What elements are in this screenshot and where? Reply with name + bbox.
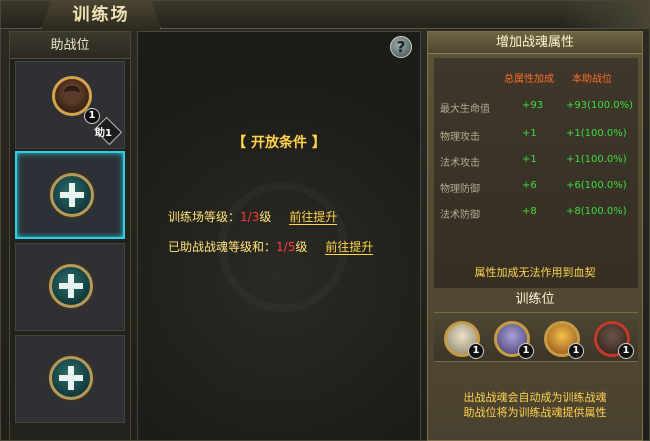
- footer-line-1: 出战战魂会自动成为训练战魂: [463, 391, 607, 404]
- game-window: 训练场 助战位 1 助1 ? 【 开放条件 】 训练场等级：1/3级 前往提升 …: [0, 0, 650, 441]
- attr-row: 法术防御 +8 +8(100.0%): [440, 206, 640, 232]
- footer-line-2: 助战位将为训练战魂提供属性: [463, 406, 607, 419]
- hero-face-icon: [64, 86, 80, 104]
- assist-slot-panel: 助战位 1 助1: [9, 31, 131, 441]
- assist-slot-2[interactable]: [15, 151, 125, 239]
- training-count-badge: 1: [618, 343, 634, 359]
- training-slots-row: 1 1 1 1: [434, 312, 638, 362]
- assist-panel-header: 助战位: [10, 32, 130, 59]
- condition-row-training-level: 训练场等级：1/3级 前往提升: [168, 208, 338, 225]
- condition-unit: 级: [295, 240, 308, 254]
- attr-total: +6: [522, 180, 537, 191]
- attribute-panel: 增加战魂属性 总属性加成 本助战位 最大生命值 +93 +93(100.0%) …: [427, 31, 643, 441]
- title-tab: 训练场: [41, 1, 161, 29]
- conditions-title: 【 开放条件 】: [232, 135, 326, 151]
- attr-own: +6(100.0%): [566, 180, 627, 191]
- title-bar: 训练场: [1, 1, 650, 29]
- window-title: 训练场: [72, 5, 130, 25]
- training-count-badge: 1: [518, 343, 534, 359]
- attr-total: +1: [522, 154, 537, 165]
- attr-own: +1(100.0%): [566, 128, 627, 139]
- attr-total: +8: [522, 206, 537, 217]
- attr-total: +93: [522, 100, 544, 111]
- hero-count-badge: 1: [84, 108, 100, 124]
- attr-name: 物理防御: [440, 184, 480, 195]
- conditions-panel: ? 【 开放条件 】 训练场等级：1/3级 前往提升 已助战战魂等级和：1/5级前…: [137, 31, 421, 441]
- condition-row-soul-level-sum: 已助战战魂等级和：1/5级 前往提升: [168, 238, 374, 255]
- question-icon[interactable]: ?: [390, 36, 412, 58]
- title-ornament: [561, 1, 650, 29]
- bonus-note: 属性加成无法作用到血契: [474, 266, 596, 279]
- condition-current: 1: [240, 210, 248, 224]
- attr-name: 物理攻击: [440, 132, 480, 143]
- attr-name: 最大生命值: [440, 104, 490, 115]
- assist-slot-1[interactable]: 1 助1: [15, 61, 125, 149]
- add-slot-icon[interactable]: [49, 356, 93, 400]
- column-this-slot: 本助战位: [572, 74, 612, 85]
- goto-upgrade-link[interactable]: 前往提升: [325, 240, 374, 255]
- attr-own: +8(100.0%): [566, 206, 627, 217]
- attr-name: 法术攻击: [440, 158, 480, 169]
- attr-row: 最大生命值 +93 +93(100.0%): [440, 100, 640, 126]
- attr-row: 物理攻击 +1 +1(100.0%): [440, 128, 640, 154]
- assist-slot-4[interactable]: [15, 335, 125, 423]
- assist-slot-3[interactable]: [15, 243, 125, 331]
- attr-row: 物理防御 +6 +6(100.0%): [440, 180, 640, 206]
- condition-current: 1: [276, 240, 284, 254]
- training-slots-header: 训练位: [515, 292, 555, 307]
- attr-name: 法术防御: [440, 210, 480, 221]
- add-slot-icon[interactable]: [50, 173, 94, 217]
- column-total-bonus: 总属性加成: [504, 74, 554, 85]
- add-slot-icon[interactable]: [49, 264, 93, 308]
- condition-label: 训练场等级：: [168, 210, 241, 224]
- attr-row: 法术攻击 +1 +1(100.0%): [440, 154, 640, 180]
- attr-own: +93(100.0%): [566, 100, 634, 111]
- attribute-table: 总属性加成 本助战位 最大生命值 +93 +93(100.0%) 物理攻击 +1…: [434, 58, 638, 288]
- attr-total: +1: [522, 128, 537, 139]
- training-count-badge: 1: [568, 343, 584, 359]
- training-count-badge: 1: [468, 343, 484, 359]
- assist-tag-label: 助1: [95, 128, 112, 139]
- condition-unit: 级: [259, 210, 272, 224]
- goto-upgrade-link[interactable]: 前往提升: [289, 210, 338, 225]
- attribute-panel-header: 增加战魂属性: [428, 32, 642, 54]
- condition-label: 已助战战魂等级和：: [168, 240, 277, 254]
- attr-own: +1(100.0%): [566, 154, 627, 165]
- training-footer: 出战战魂会自动成为训练战魂 助战位将为训练战魂提供属性: [428, 390, 642, 420]
